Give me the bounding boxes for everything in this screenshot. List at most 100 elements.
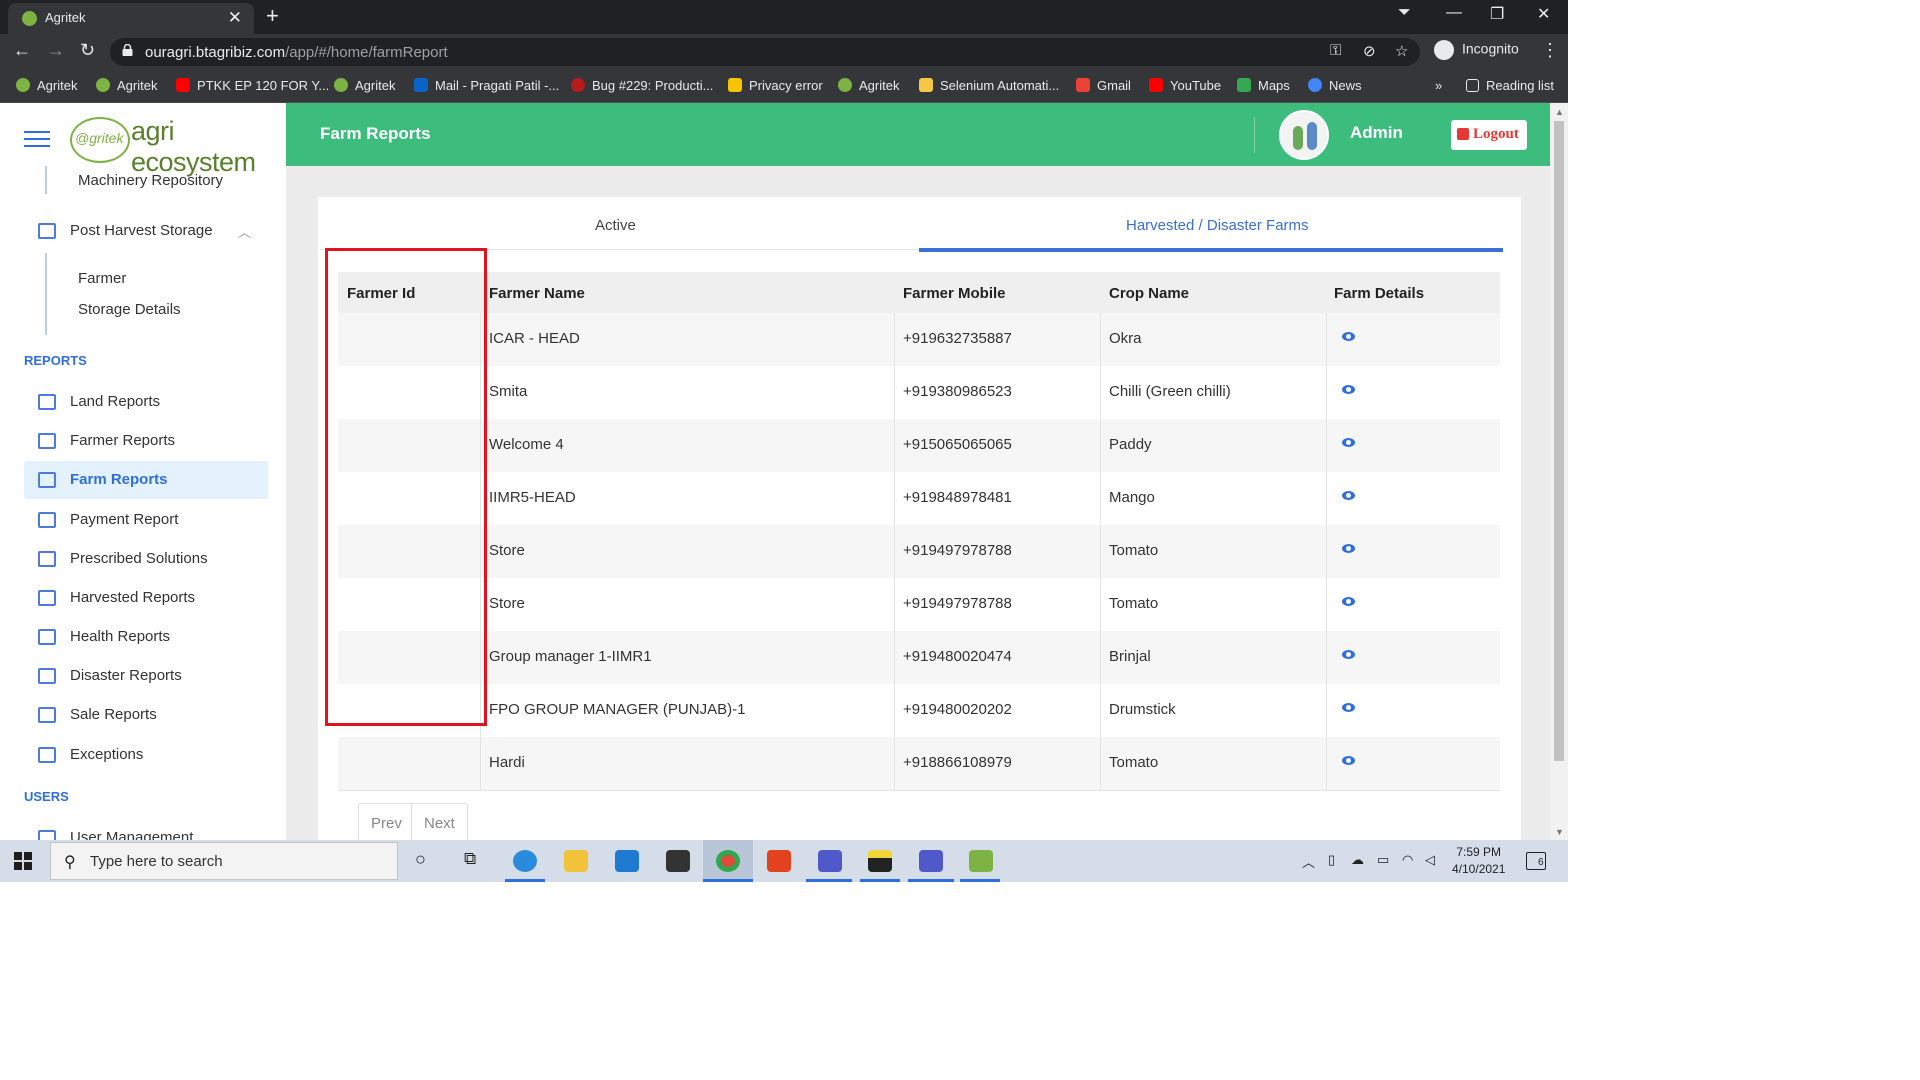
notification-center-icon[interactable]: 6 bbox=[1526, 852, 1546, 870]
restore-icon[interactable]: ❐ bbox=[1490, 4, 1504, 24]
sidebar-item-land-reports[interactable]: Land Reports bbox=[24, 383, 268, 421]
incognito-indicator[interactable]: Incognito bbox=[1434, 40, 1519, 60]
prev-page-button[interactable]: Prev bbox=[371, 815, 402, 832]
bookmark-news[interactable]: News bbox=[1308, 78, 1362, 93]
bookmark-agritek[interactable]: Agritek bbox=[838, 78, 899, 93]
column-header-crop-name[interactable]: Crop Name bbox=[1109, 285, 1189, 302]
forward-icon[interactable]: → bbox=[47, 40, 65, 61]
sidebar-item-prescribed-solutions[interactable]: Prescribed Solutions bbox=[24, 540, 268, 578]
teams-icon[interactable] bbox=[919, 850, 943, 872]
bookmark-agritek[interactable]: Agritek bbox=[96, 78, 157, 93]
tab-harvested-disaster-farms[interactable]: Harvested / Disaster Farms bbox=[1126, 217, 1309, 234]
next-page-button[interactable]: Next bbox=[424, 815, 455, 832]
more-bookmarks-icon[interactable]: » bbox=[1435, 78, 1442, 93]
logout-button[interactable]: Logout bbox=[1451, 120, 1527, 150]
hamburger-menu-icon[interactable] bbox=[24, 131, 50, 152]
bookmark-youtube-video[interactable]: PTKK EP 120 FOR Y... bbox=[176, 78, 329, 93]
device-icon[interactable]: ▯ bbox=[1328, 852, 1335, 868]
view-details-eye-icon[interactable] bbox=[1342, 703, 1355, 712]
page-title: Farm Reports bbox=[320, 124, 431, 143]
back-icon[interactable]: ← bbox=[13, 40, 31, 61]
header-divider bbox=[1254, 117, 1255, 153]
taskbar-search[interactable]: ⚲ Type here to search bbox=[50, 842, 398, 880]
sidebar-item-disaster-reports[interactable]: Disaster Reports bbox=[24, 657, 268, 695]
bookmark-bug[interactable]: Bug #229: Producti... bbox=[571, 78, 713, 93]
column-header-farmer-mobile[interactable]: Farmer Mobile bbox=[903, 285, 1006, 302]
farmer-name-cell: Store bbox=[489, 595, 525, 612]
sidebar-item-machinery-repository[interactable]: Machinery Repository bbox=[78, 172, 223, 189]
bookmark-star-icon[interactable]: ☆ bbox=[1395, 42, 1408, 60]
chrome-icon[interactable] bbox=[716, 850, 740, 872]
sidebar-item-user-management[interactable]: User Management bbox=[24, 819, 268, 840]
office-icon[interactable] bbox=[767, 850, 791, 872]
bookmark-privacy-error[interactable]: Privacy error bbox=[728, 78, 823, 93]
mail-icon[interactable] bbox=[615, 850, 639, 872]
admin-username[interactable]: Admin bbox=[1350, 123, 1403, 143]
bookmark-maps[interactable]: Maps bbox=[1237, 78, 1290, 93]
sidebar-item-farm-reports[interactable]: Farm Reports bbox=[24, 461, 268, 499]
clock[interactable]: 7:59 PM 4/10/2021 bbox=[1452, 844, 1505, 878]
sidebar-item-post-harvest-storage[interactable]: Post Harvest Storage ︿ bbox=[24, 212, 268, 250]
sidebar-item-payment-report[interactable]: Payment Report bbox=[24, 501, 268, 539]
agritek-app-icon[interactable] bbox=[969, 850, 993, 872]
close-window-icon[interactable]: ✕ bbox=[1537, 4, 1550, 24]
payment-icon bbox=[38, 512, 56, 528]
view-details-eye-icon[interactable] bbox=[1342, 756, 1355, 765]
sticky-notes-icon[interactable] bbox=[868, 850, 892, 872]
sidebar-item-harvested-reports[interactable]: Harvested Reports bbox=[24, 579, 268, 617]
column-divider bbox=[1100, 313, 1101, 791]
bookmark-agritek[interactable]: Agritek bbox=[16, 78, 77, 93]
view-details-eye-icon[interactable] bbox=[1342, 544, 1355, 553]
column-header-farmer-name[interactable]: Farmer Name bbox=[489, 285, 585, 302]
view-details-eye-icon[interactable] bbox=[1342, 491, 1355, 500]
view-details-eye-icon[interactable] bbox=[1342, 438, 1355, 447]
view-details-eye-icon[interactable] bbox=[1342, 597, 1355, 606]
file-explorer-icon[interactable] bbox=[564, 850, 588, 872]
view-details-eye-icon[interactable] bbox=[1342, 650, 1355, 659]
tab-search-icon[interactable]: ⏷ bbox=[1398, 4, 1411, 22]
address-bar[interactable]: ouragri.btagribiz.com/app/#/home/farmRep… bbox=[110, 38, 1420, 66]
store-icon[interactable] bbox=[666, 850, 690, 872]
taskbar-search-placeholder: Type here to search bbox=[90, 853, 223, 870]
teams-icon[interactable] bbox=[818, 850, 842, 872]
eye-blocked-icon[interactable]: ⊘ bbox=[1363, 42, 1376, 60]
onedrive-icon[interactable]: ☁ bbox=[1351, 852, 1364, 868]
avatar[interactable] bbox=[1279, 110, 1329, 160]
edge-icon[interactable] bbox=[513, 850, 537, 872]
scroll-up-icon[interactable]: ▲ bbox=[1555, 107, 1564, 117]
volume-icon[interactable]: ◁ bbox=[1425, 852, 1435, 868]
bookmark-selenium[interactable]: Selenium Automati... bbox=[919, 78, 1059, 93]
disaster-icon bbox=[38, 668, 56, 684]
new-tab-icon[interactable]: + bbox=[266, 3, 279, 29]
view-details-eye-icon[interactable] bbox=[1342, 385, 1355, 394]
show-hidden-icons-icon[interactable]: ︿ bbox=[1302, 852, 1315, 871]
wifi-icon[interactable]: ◠ bbox=[1402, 852, 1413, 868]
sidebar-item-sale-reports[interactable]: Sale Reports bbox=[24, 696, 268, 734]
minimize-icon[interactable]: — bbox=[1446, 4, 1462, 22]
bookmark-agritek[interactable]: Agritek bbox=[334, 78, 395, 93]
sidebar-item-farmer-reports[interactable]: Farmer Reports bbox=[24, 422, 268, 460]
battery-icon[interactable]: ▭ bbox=[1377, 852, 1389, 868]
view-details-eye-icon[interactable] bbox=[1342, 332, 1355, 341]
task-view-icon[interactable]: ⧉ bbox=[464, 849, 476, 869]
reload-icon[interactable]: ↻ bbox=[80, 40, 95, 61]
sidebar-item-storage-details[interactable]: Storage Details bbox=[78, 301, 181, 318]
chrome-menu-icon[interactable]: ⋮ bbox=[1541, 40, 1559, 61]
windows-start-icon[interactable] bbox=[14, 852, 32, 870]
sidebar-item-farmer[interactable]: Farmer bbox=[78, 270, 126, 287]
sidebar-item-exceptions[interactable]: Exceptions bbox=[24, 736, 268, 774]
tab-active[interactable]: Active bbox=[595, 217, 636, 234]
bookmark-youtube[interactable]: YouTube bbox=[1149, 78, 1221, 93]
bookmark-gmail[interactable]: Gmail bbox=[1076, 78, 1131, 93]
reading-list[interactable]: Reading list bbox=[1466, 78, 1554, 93]
key-icon[interactable]: ⚿ bbox=[1330, 42, 1341, 59]
page-scrollbar[interactable]: ▲ ▼ bbox=[1550, 103, 1568, 840]
browser-tab[interactable]: Agritek ✕ bbox=[8, 3, 254, 34]
close-tab-icon[interactable]: ✕ bbox=[228, 8, 242, 28]
scrollbar-thumb[interactable] bbox=[1554, 121, 1564, 761]
sidebar-item-health-reports[interactable]: Health Reports bbox=[24, 618, 268, 656]
bookmark-outlook-mail[interactable]: Mail - Pragati Patil -... bbox=[414, 78, 559, 93]
table-header: Farmer Id Farmer Name Farmer Mobile Crop… bbox=[338, 272, 1500, 313]
cortana-icon[interactable]: ○ bbox=[415, 849, 426, 870]
scroll-down-icon[interactable]: ▼ bbox=[1555, 827, 1564, 837]
